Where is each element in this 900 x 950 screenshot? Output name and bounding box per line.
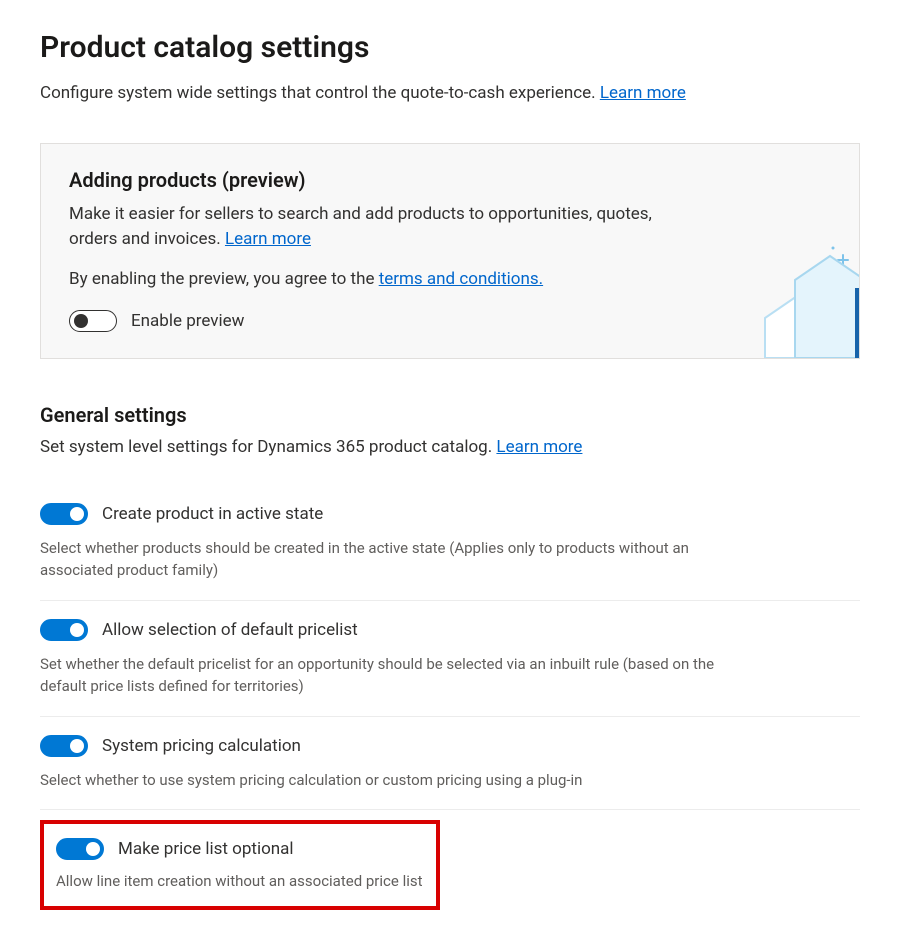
system-pricing-toggle[interactable]	[40, 735, 88, 757]
setting-row: System pricing calculation	[40, 735, 860, 757]
toggle-knob	[74, 314, 88, 328]
price-list-optional-toggle[interactable]	[56, 838, 104, 860]
default-pricelist-toggle[interactable]	[40, 619, 88, 641]
enable-preview-toggle[interactable]	[69, 310, 117, 332]
learn-more-link[interactable]: Learn more	[600, 83, 686, 103]
panel-illustration-icon	[735, 238, 860, 358]
setting-label: Allow selection of default pricelist	[102, 620, 358, 640]
preview-panel: Adding products (preview) Make it easier…	[40, 143, 860, 360]
general-settings-title: General settings	[40, 403, 860, 427]
preview-panel-title: Adding products (preview)	[69, 168, 835, 192]
preview-panel-desc: Make it easier for sellers to search and…	[69, 202, 689, 253]
setting-label: System pricing calculation	[102, 736, 301, 756]
general-settings-desc-text: Set system level settings for Dynamics 3…	[40, 437, 496, 457]
toggle-knob	[70, 623, 84, 637]
page-subtitle-text: Configure system wide settings that cont…	[40, 83, 600, 103]
preview-panel-desc-text: Make it easier for sellers to search and…	[69, 204, 652, 250]
preview-panel-terms: By enabling the preview, you agree to th…	[69, 267, 689, 293]
toggle-knob	[70, 507, 84, 521]
setting-help: Select whether products should be create…	[40, 537, 740, 582]
page-subtitle: Configure system wide settings that cont…	[40, 81, 860, 107]
setting-help: Allow line item creation without an asso…	[56, 872, 424, 890]
setting-help: Select whether to use system pricing cal…	[40, 769, 740, 792]
setting-help: Set whether the default pricelist for an…	[40, 653, 740, 698]
general-settings-desc: Set system level settings for Dynamics 3…	[40, 435, 860, 461]
toggle-knob	[86, 842, 100, 856]
enable-preview-label: Enable preview	[131, 311, 244, 331]
page-title: Product catalog settings	[40, 30, 860, 65]
enable-preview-row: Enable preview	[69, 310, 835, 332]
preview-panel-terms-prefix: By enabling the preview, you agree to th…	[69, 269, 379, 289]
create-active-state-toggle[interactable]	[40, 503, 88, 525]
terms-and-conditions-link[interactable]: terms and conditions.	[379, 269, 543, 289]
setting-create-active-state: Create product in active state Select wh…	[40, 485, 860, 601]
general-learn-more-link[interactable]: Learn more	[496, 437, 582, 457]
setting-default-pricelist: Allow selection of default pricelist Set…	[40, 601, 860, 717]
setting-row: Allow selection of default pricelist	[40, 619, 860, 641]
setting-row: Create product in active state	[40, 503, 860, 525]
toggle-knob	[70, 739, 84, 753]
highlighted-setting-price-list-optional: Make price list optional Allow line item…	[40, 820, 440, 910]
preview-learn-more-link[interactable]: Learn more	[225, 229, 311, 249]
setting-label: Make price list optional	[118, 839, 294, 859]
setting-row: Make price list optional	[56, 838, 424, 860]
setting-label: Create product in active state	[102, 504, 323, 524]
setting-system-pricing: System pricing calculation Select whethe…	[40, 717, 860, 811]
